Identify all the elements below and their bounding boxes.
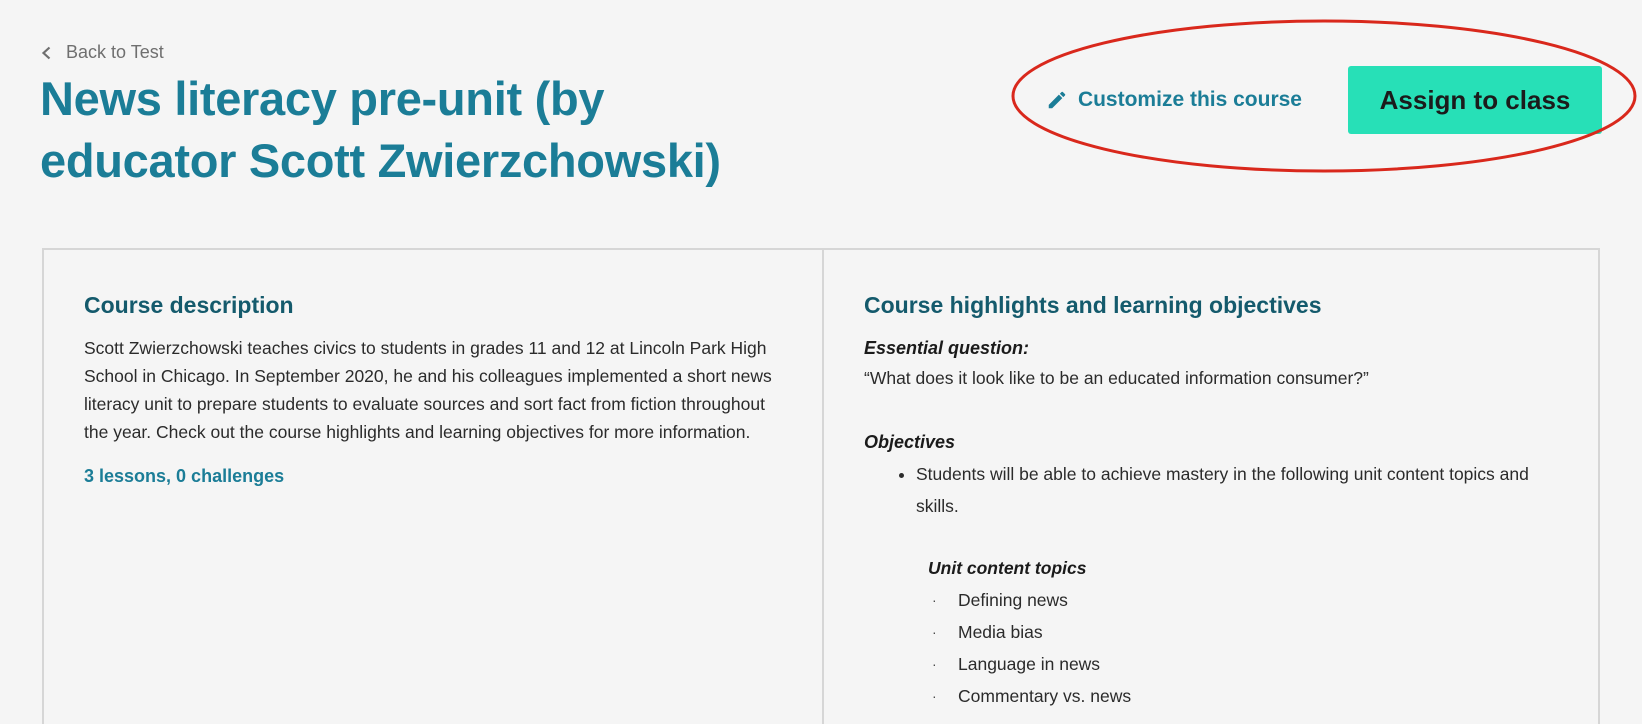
topic-item: · Commentary vs. news [932,680,1558,712]
course-highlights-section: Course highlights and learning objective… [824,250,1598,724]
assign-to-class-button[interactable]: Assign to class [1348,66,1602,134]
objectives-label: Objectives [864,432,956,452]
essential-question-label: Essential question: [864,338,1030,358]
course-details-panel: Course description Scott Zwierzchowski t… [42,248,1600,724]
topic-label: Language in news [958,654,1101,674]
topic-label: Media bias [958,622,1043,642]
topic-label: Commentary vs. news [958,686,1132,706]
course-description-section: Course description Scott Zwierzchowski t… [44,250,824,724]
topic-bullet: · [932,688,937,704]
topic-label: Defining news [958,590,1068,610]
unit-topics-label: Unit content topics [928,558,1087,578]
course-highlights-heading: Course highlights and learning objective… [864,292,1322,318]
pencil-icon [1048,91,1066,109]
customize-course-link[interactable]: Customize this course [1046,88,1302,112]
topic-bullet: · [932,592,937,608]
course-description-text: Scott Zwierzchowski teaches civics to st… [84,338,772,442]
course-description-heading: Course description [84,292,294,318]
objectives-list: Students will be able to achieve mastery… [864,458,1558,522]
topic-bullet: · [932,624,937,640]
topic-bullet: · [932,656,937,672]
course-actions: Customize this course Assign to class [1046,66,1602,134]
topic-item: · Language in news [932,648,1558,680]
back-link-label: Back to Test [66,42,164,62]
page-title: News literacy pre-unit (by educator Scot… [40,72,721,187]
topic-item: · Media bias [932,616,1558,648]
customize-course-label: Customize this course [1077,88,1302,111]
lesson-count: 3 lessons, 0 challenges [84,466,285,486]
essential-question-text: “What does it look like to be an educate… [864,368,1369,388]
unit-topics-list: · Defining news · Media bias · Language in … [864,584,1558,712]
chevron-left-icon [41,46,51,59]
topic-item: · Defining news [932,584,1558,616]
back-link[interactable]: Back to Test [40,42,164,63]
objective-item: Students will be able to achieve mastery… [916,458,1558,522]
